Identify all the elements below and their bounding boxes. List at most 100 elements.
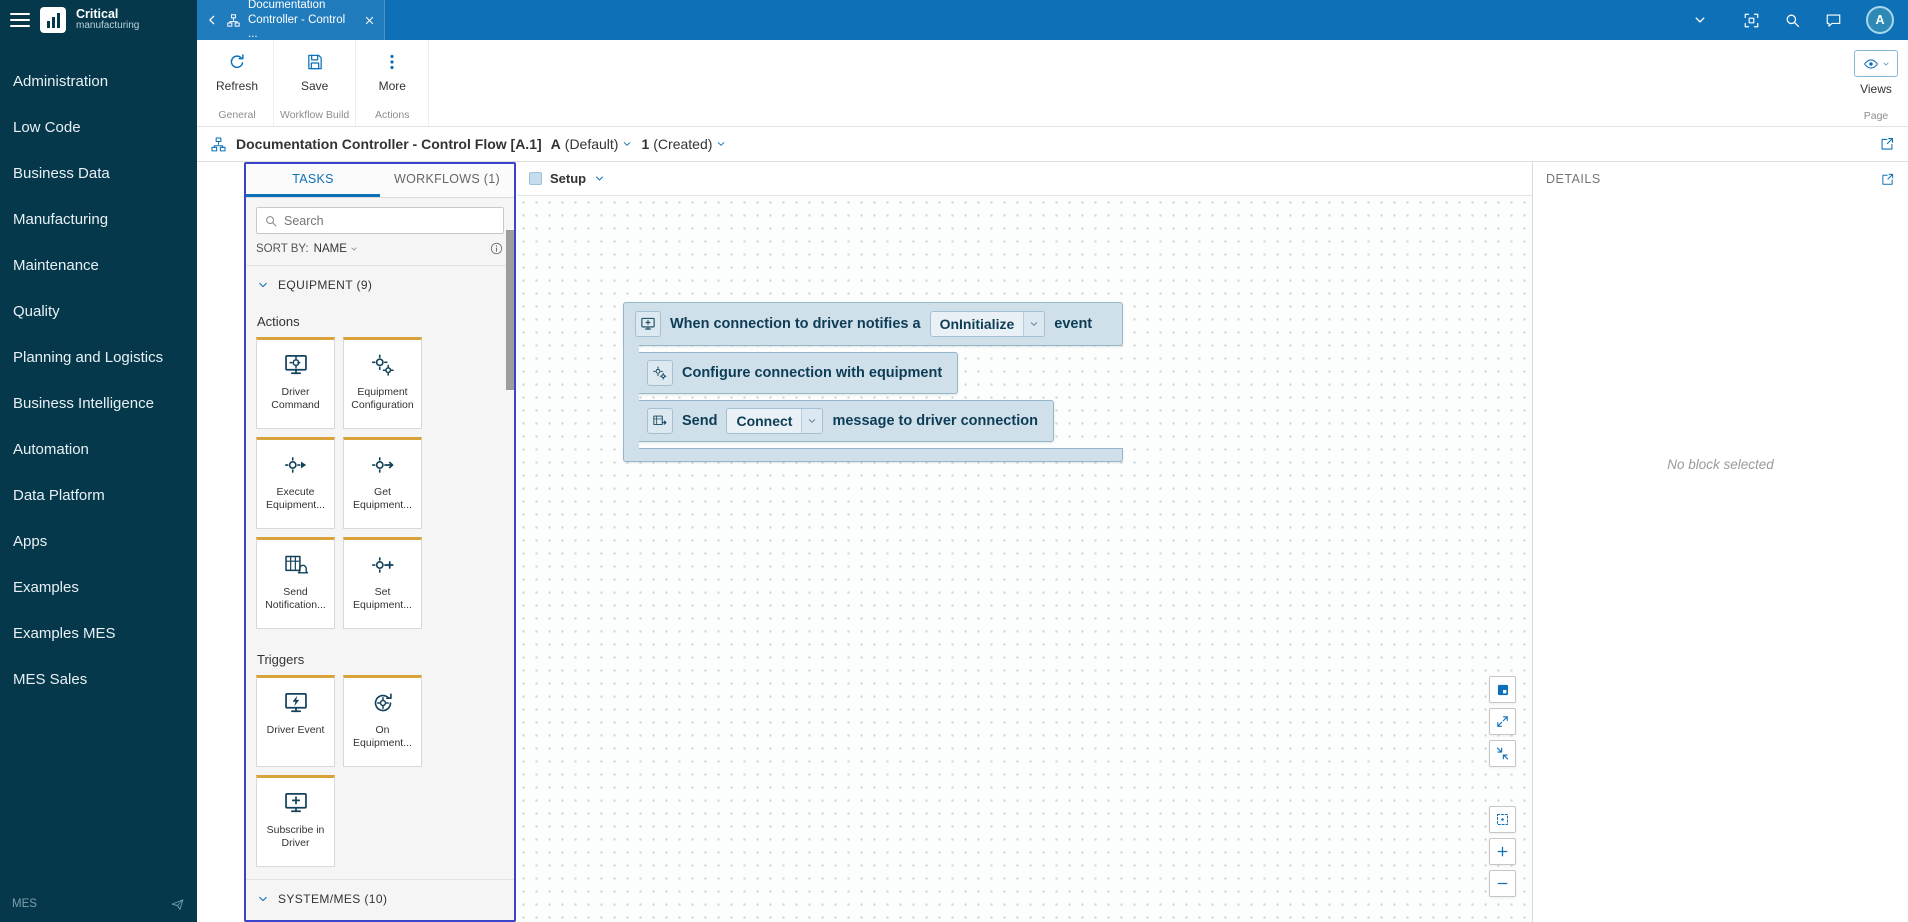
section-system-mes-title: SYSTEM/MES (10) bbox=[278, 892, 387, 906]
version-value: A bbox=[551, 136, 561, 152]
driver-event-icon bbox=[283, 690, 309, 716]
sidebar-item-administration[interactable]: Administration bbox=[0, 58, 197, 104]
minimap-button[interactable] bbox=[1489, 676, 1516, 703]
tab-workflows[interactable]: WORKFLOWS (1) bbox=[380, 164, 514, 197]
event-type-dropdown[interactable]: OnInitialize bbox=[930, 311, 1046, 337]
no-block-selected-message: No block selected bbox=[1533, 457, 1908, 472]
tab-list-chevron-icon[interactable] bbox=[1693, 13, 1707, 27]
sort-dropdown[interactable]: NAME bbox=[314, 243, 358, 255]
task-card-driver-command[interactable]: Driver Command bbox=[256, 337, 335, 429]
group-caption-general: General bbox=[218, 109, 255, 126]
execute-equipment-icon bbox=[283, 452, 309, 478]
flow-selector-chevron-icon[interactable] bbox=[594, 173, 605, 184]
sidebar-item-business-data[interactable]: Business Data bbox=[0, 150, 197, 196]
sidebar-item-low-code[interactable]: Low Code bbox=[0, 104, 197, 150]
card-grid-equipment-actions: Driver Command Equipment Configuration E… bbox=[246, 335, 514, 641]
sidebar-item-examples-mes[interactable]: Examples MES bbox=[0, 610, 197, 656]
section-equipment-title: EQUIPMENT (9) bbox=[278, 278, 372, 292]
details-title: DETAILS bbox=[1546, 172, 1601, 186]
task-card-subscribe-in-driver[interactable]: Subscribe in Driver bbox=[256, 775, 335, 867]
breadcrumb-title: Documentation Controller - Control Flow … bbox=[236, 136, 542, 152]
task-card-execute-equipment[interactable]: Execute Equipment... bbox=[256, 437, 335, 529]
launch-icon[interactable] bbox=[170, 897, 185, 912]
sidebar-item-automation[interactable]: Automation bbox=[0, 426, 197, 472]
task-card-send-notification[interactable]: Send Notification... bbox=[256, 537, 335, 629]
task-card-set-equipment[interactable]: Set Equipment... bbox=[343, 537, 422, 629]
sidebar-item-business-intelligence[interactable]: Business Intelligence bbox=[0, 380, 197, 426]
trigger-block-footer[interactable] bbox=[623, 448, 1123, 462]
hamburger-menu-icon[interactable] bbox=[10, 13, 30, 27]
event-type-value: OnInitialize bbox=[931, 312, 1024, 336]
sidebar-item-examples[interactable]: Examples bbox=[0, 564, 197, 610]
sidebar-nav: Administration Low Code Business Data Ma… bbox=[0, 40, 197, 702]
tab-tasks[interactable]: TASKS bbox=[246, 164, 380, 197]
flow-name-label: Setup bbox=[550, 171, 586, 186]
configure-connection-label: Configure connection with equipment bbox=[682, 365, 942, 381]
save-button[interactable]: Save bbox=[285, 40, 345, 93]
message-type-dropdown[interactable]: Connect bbox=[726, 408, 823, 434]
sort-value: NAME bbox=[314, 243, 347, 255]
views-button[interactable] bbox=[1854, 50, 1898, 77]
toolbar-group-actions: More Actions bbox=[356, 40, 429, 126]
expand-button[interactable] bbox=[1489, 708, 1516, 735]
main-sidebar: Critical manufacturing Administration Lo… bbox=[0, 0, 197, 922]
search-icon bbox=[264, 214, 278, 228]
zoom-in-button[interactable] bbox=[1489, 838, 1516, 865]
send-text-suffix: message to driver connection bbox=[832, 413, 1037, 429]
avatar[interactable]: A bbox=[1866, 6, 1894, 34]
open-details-icon[interactable] bbox=[1880, 172, 1895, 187]
subscribe-in-driver-icon bbox=[283, 790, 309, 816]
configure-connection-block[interactable]: Configure connection with equipment bbox=[638, 352, 958, 394]
task-card-driver-event[interactable]: Driver Event bbox=[256, 675, 335, 767]
sidebar-item-manufacturing[interactable]: Manufacturing bbox=[0, 196, 197, 242]
trigger-block[interactable]: When connection to driver notifies a OnI… bbox=[623, 302, 1123, 346]
search-icon[interactable] bbox=[1784, 12, 1801, 29]
section-system-mes-header[interactable]: SYSTEM/MES (10) bbox=[246, 879, 514, 917]
sidebar-item-planning-and-logistics[interactable]: Planning and Logistics bbox=[0, 334, 197, 380]
refresh-button[interactable]: Refresh bbox=[207, 40, 267, 93]
configure-connection-icon bbox=[647, 360, 673, 386]
revision-chevron-icon bbox=[716, 139, 726, 149]
search-input[interactable] bbox=[284, 214, 496, 228]
get-equipment-icon bbox=[370, 452, 396, 478]
more-button[interactable]: More bbox=[362, 40, 422, 93]
tab-close-icon[interactable] bbox=[363, 14, 376, 27]
refresh-label: Refresh bbox=[216, 79, 258, 93]
collapse-button[interactable] bbox=[1489, 740, 1516, 767]
zoom-out-button[interactable] bbox=[1489, 870, 1516, 897]
palette-search bbox=[246, 198, 514, 240]
trigger-text-prefix: When connection to driver notifies a bbox=[670, 316, 921, 332]
sidebar-item-quality[interactable]: Quality bbox=[0, 288, 197, 334]
sidebar-item-apps[interactable]: Apps bbox=[0, 518, 197, 564]
tab-documentation-controller[interactable]: Documentation Controller - Control ... bbox=[197, 0, 385, 40]
send-text-prefix: Send bbox=[682, 413, 717, 429]
send-message-block[interactable]: Send Connect message to driver connectio… bbox=[638, 400, 1054, 442]
workflow-canvas: Setup When connection to driver notifies… bbox=[517, 162, 1532, 922]
sidebar-item-maintenance[interactable]: Maintenance bbox=[0, 242, 197, 288]
task-card-on-equipment[interactable]: On Equipment... bbox=[343, 675, 422, 767]
open-full-view-icon[interactable] bbox=[1879, 136, 1895, 152]
group-caption-actions: Actions bbox=[375, 109, 409, 126]
palette-scrollbar[interactable] bbox=[506, 230, 514, 390]
sidebar-item-data-platform[interactable]: Data Platform bbox=[0, 472, 197, 518]
chevron-down-icon bbox=[257, 279, 269, 291]
task-card-get-equipment[interactable]: Get Equipment... bbox=[343, 437, 422, 529]
more-icon bbox=[382, 52, 402, 72]
driver-trigger-icon bbox=[635, 311, 661, 337]
toolbar: Refresh General Save Workflow Build bbox=[197, 40, 1908, 127]
revision-dropdown[interactable]: 1 (Created) bbox=[641, 136, 726, 152]
views-chevron-icon bbox=[1882, 60, 1890, 68]
task-card-equipment-configuration[interactable]: Equipment Configuration bbox=[343, 337, 422, 429]
sort-bar: SORT BY: NAME bbox=[246, 240, 514, 265]
section-equipment-header[interactable]: EQUIPMENT (9) bbox=[246, 265, 514, 303]
info-icon[interactable] bbox=[489, 241, 504, 256]
chat-icon[interactable] bbox=[1825, 12, 1842, 29]
scan-icon[interactable] bbox=[1743, 12, 1760, 29]
tab-back-chevron-icon[interactable] bbox=[205, 13, 219, 27]
toolbar-group-general: Refresh General bbox=[201, 40, 274, 126]
canvas-body[interactable]: When connection to driver notifies a OnI… bbox=[517, 196, 1532, 922]
fit-to-screen-button[interactable] bbox=[1489, 806, 1516, 833]
sidebar-item-mes-sales[interactable]: MES Sales bbox=[0, 656, 197, 702]
breadcrumb: Documentation Controller - Control Flow … bbox=[197, 127, 1908, 162]
version-dropdown[interactable]: A (Default) bbox=[551, 136, 633, 152]
